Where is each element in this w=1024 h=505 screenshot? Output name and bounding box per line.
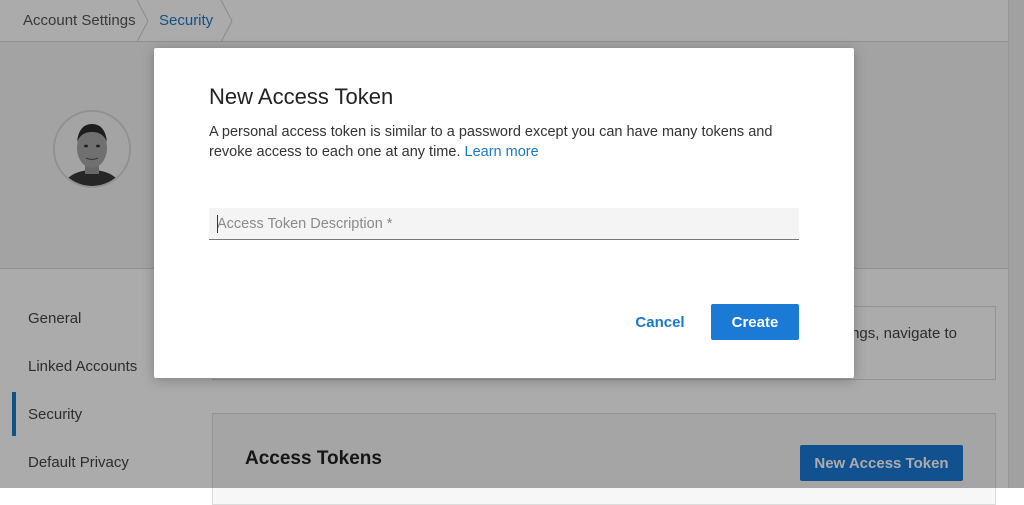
create-button[interactable]: Create bbox=[711, 304, 799, 340]
access-token-description-input[interactable] bbox=[209, 208, 799, 239]
dialog-title: New Access Token bbox=[209, 84, 394, 109]
dialog-description: A personal access token is similar to a … bbox=[209, 122, 809, 162]
text-cursor bbox=[217, 215, 218, 233]
learn-more-link[interactable]: Learn more bbox=[465, 144, 539, 160]
new-access-token-dialog: New Access Token A personal access token… bbox=[154, 48, 854, 378]
access-token-description-field bbox=[209, 208, 799, 240]
cancel-button[interactable]: Cancel bbox=[621, 304, 699, 340]
